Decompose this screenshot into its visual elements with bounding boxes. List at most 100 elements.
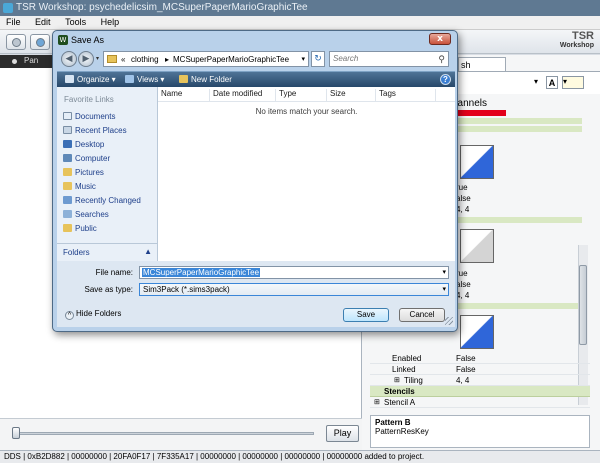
column-size[interactable]: Size [327,89,376,101]
property-key: Stencil A [384,398,416,407]
app-title: TSR Workshop: psychedelicsim_MCSuperPape… [16,2,308,13]
close-button[interactable]: x [429,33,451,45]
cancel-button[interactable]: Cancel [399,308,445,322]
color-swatch[interactable] [460,229,494,263]
save-form: File name: MCSuperPaperMarioGraphicTee ▾… [57,261,455,327]
pan-label: Pan [24,56,39,65]
timeline-slider-thumb[interactable] [12,427,20,439]
value-text: 4, 4 [456,291,470,300]
folder-icon [107,55,117,63]
color-swatch[interactable] [460,145,494,179]
document-icon[interactable]: ▾ [562,76,584,89]
property-row[interactable]: ⊞ Stencil A [370,397,590,408]
property-key: Enabled [392,354,422,363]
nav-item-documents[interactable]: Documents [63,112,115,124]
save-as-dialog: W Save As x ◀ ▶ ▾ « clothing ▸ MCSuperPa… [52,30,458,332]
nav-item-desktop[interactable]: Desktop [63,140,104,152]
value-text: 4, 4 [456,205,470,214]
views-button[interactable]: Views ▾ [125,75,164,84]
organize-button[interactable]: Organize ▾ [65,75,116,84]
save-type-label: Save as type: [84,285,133,294]
menu-tools[interactable]: Tools [59,16,92,27]
description-text: PatternResKey [375,427,429,436]
chevron-down-icon[interactable]: ▾ [301,55,305,63]
app-title-bar: TSR Workshop: psychedelicsim_MCSuperPape… [0,0,600,16]
text-format-button[interactable]: A [546,76,558,89]
expand-icon[interactable]: ⊞ [374,398,380,406]
nav-item-music[interactable]: Music [63,182,96,194]
chevron-down-icon[interactable]: ▾ [442,285,446,293]
search-icon[interactable]: ⚲ [438,54,445,65]
breadcrumb-overflow[interactable]: « [121,55,125,64]
color-swatch[interactable] [460,315,494,349]
menu-help[interactable]: Help [95,16,126,27]
favorite-links-header: Favorite Links [64,95,114,104]
refresh-icon[interactable]: ↻ [311,51,325,67]
column-tags[interactable]: Tags [376,89,436,101]
expand-icon[interactable]: ⊞ [394,376,400,384]
chevron-down-icon[interactable]: ▾ [534,77,544,89]
hide-folders-button[interactable]: ^ Hide Folders [65,309,121,320]
public-folder-icon [63,224,72,232]
save-type-select[interactable]: Sim3Pack (*.sims3pack) ▾ [139,283,449,296]
scrollbar-thumb[interactable] [579,265,587,345]
back-arrow-icon[interactable]: ◀ [61,51,77,67]
nav-item-public[interactable]: Public [63,224,97,236]
property-row[interactable]: Enabled False [370,353,590,364]
documents-icon [63,112,72,120]
category-stencils[interactable]: Stencils [370,386,590,397]
tab-mesh[interactable]: sh [458,57,506,71]
file-name-value: MCSuperPaperMarioGraphicTee [142,268,261,277]
address-bar[interactable]: « clothing ▸ MCSuperPaperMarioGraphicTee… [103,51,309,67]
toolbar-button-2[interactable] [30,34,50,50]
breadcrumb-clothing[interactable]: clothing [131,55,159,64]
nav-item-searches[interactable]: Searches [63,210,109,222]
save-button[interactable]: Save [343,308,389,322]
search-input[interactable]: Search ⚲ [329,51,449,67]
nav-item-recently-changed[interactable]: Recently Changed [63,196,141,208]
play-button[interactable]: Play [326,425,359,442]
nav-item-computer[interactable]: Computer [63,154,110,166]
nav-item-recent-places[interactable]: Recent Places [63,126,127,138]
file-list[interactable]: Name Date modified Type Size Tags No ite… [158,87,455,261]
help-icon[interactable]: ? [440,74,451,85]
menu-file[interactable]: File [0,16,27,27]
breadcrumb-current[interactable]: MCSuperPaperMarioGraphicTee [173,55,289,64]
column-name[interactable]: Name [158,89,210,101]
property-value: False [456,365,476,374]
column-date-modified[interactable]: Date modified [210,89,276,101]
value-text: alse [456,194,471,203]
organize-icon [65,75,74,83]
property-value: False [456,354,476,363]
property-row[interactable]: ⊞ Tiling 4, 4 [370,375,590,386]
header-divider [158,101,455,102]
folders-toggle[interactable]: Folders ▲ [57,243,158,261]
property-grid: Enabled False Linked False ⊞ Tiling 4, 4… [370,353,590,408]
chevron-down-icon[interactable]: ▾ [96,55,99,62]
timeline-slider[interactable] [14,432,314,435]
property-key: Tiling [404,376,423,385]
category-header [458,217,582,223]
toolbar-button-1[interactable] [6,34,26,50]
file-name-field[interactable]: MCSuperPaperMarioGraphicTee ▾ [139,266,449,279]
nav-item-pictures[interactable]: Pictures [63,168,104,180]
chevron-down-icon[interactable]: ▾ [442,268,446,276]
resize-grip[interactable] [445,317,453,325]
menu-edit[interactable]: Edit [29,16,57,27]
command-bar: Organize ▾ Views ▾ New Folder ? [57,71,455,87]
property-row[interactable]: Linked False [370,364,590,375]
file-name-label: File name: [95,268,133,277]
navigation-pane: Favorite Links Documents Recent Places D… [57,87,158,261]
dialog-app-icon: W [58,35,68,45]
search-placeholder: Search [333,54,359,63]
dialog-title: Save As [71,35,105,45]
new-folder-button[interactable]: New Folder [179,75,232,84]
new-folder-icon [179,75,188,83]
column-type[interactable]: Type [276,89,327,101]
forward-arrow-icon[interactable]: ▶ [78,51,94,67]
menu-bar: File Edit Tools Help [0,16,600,30]
chevron-up-icon: ▲ [144,247,152,256]
tsr-workshop-logo: TSR Workshop [559,30,594,50]
recent-places-icon [63,126,72,134]
app-icon [3,3,13,13]
